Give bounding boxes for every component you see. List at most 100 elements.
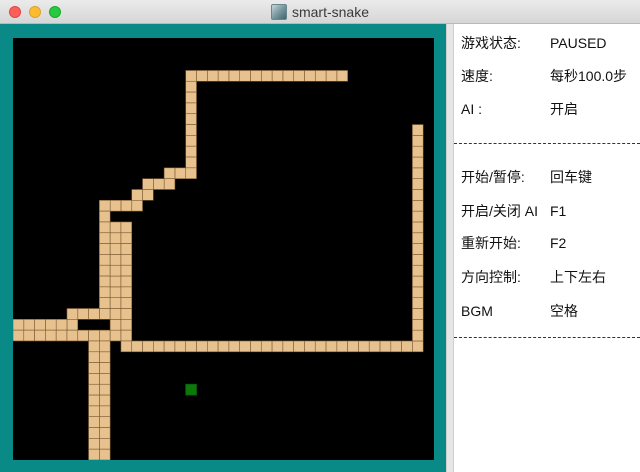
snake-segment — [250, 70, 262, 82]
snake-segment — [45, 329, 57, 342]
snake-segment — [120, 243, 133, 255]
snake-segment — [99, 243, 111, 255]
snake-segment — [34, 329, 46, 342]
snake-segment — [412, 156, 424, 169]
snake-segment — [174, 167, 187, 179]
snake-segment — [55, 329, 68, 342]
snake-segment — [196, 340, 208, 353]
snake-segment — [185, 167, 197, 179]
restart-label: 重新开始: — [461, 235, 521, 251]
snake-segment — [412, 167, 424, 179]
snake-segment — [88, 362, 100, 374]
snake-segment — [88, 373, 100, 385]
snake-segment — [99, 373, 111, 385]
snake-segment — [185, 113, 197, 125]
snake-segment — [260, 340, 273, 353]
snake-segment — [99, 232, 111, 244]
snake-segment — [185, 102, 197, 115]
toggle-ai-label: 开启/关闭 AI — [461, 203, 539, 219]
title-bar[interactable]: smart-snake — [0, 0, 640, 24]
snake-segment — [412, 275, 424, 288]
snake-segment — [142, 189, 154, 201]
game-state-label: 游戏状态: — [461, 35, 521, 51]
snake-segment — [142, 340, 154, 353]
snake-segment — [23, 329, 35, 342]
snake-segment — [412, 340, 424, 353]
panel-divider — [446, 24, 454, 472]
snake-segment — [13, 329, 25, 342]
snake-segment — [99, 351, 111, 363]
snake-segment — [88, 427, 100, 439]
snake-segment — [88, 405, 100, 418]
snake-segment — [336, 340, 348, 353]
snake-segment — [196, 70, 208, 82]
snake-segment — [347, 340, 359, 353]
app-icon — [270, 4, 287, 20]
speed-label: 速度: — [461, 68, 493, 84]
snake-segment — [99, 254, 111, 266]
snake-segment — [120, 340, 133, 353]
snake-segment — [131, 189, 143, 201]
board-canvas — [13, 70, 424, 460]
snake-segment — [185, 70, 197, 82]
app-window: smart-snake 游戏状态: PAUSED 速度: 每秒100.0步 AI… — [0, 0, 640, 472]
snake-segment — [239, 70, 251, 82]
snake-segment — [99, 297, 111, 309]
snake-segment — [88, 438, 100, 450]
snake-segment — [325, 70, 338, 82]
snake-segment — [120, 319, 133, 331]
bgm-key: 空格 — [550, 303, 578, 319]
start-pause-key: 回车键 — [550, 169, 592, 185]
snake-segment — [239, 340, 251, 353]
snake-segment — [120, 232, 133, 244]
snake-segment — [412, 189, 424, 201]
snake-segment — [174, 340, 187, 353]
snake-segment — [88, 340, 100, 353]
snake-segment — [99, 438, 111, 450]
snake-segment — [120, 200, 133, 212]
snake-segment — [228, 70, 240, 82]
game-board[interactable] — [13, 38, 434, 460]
snake-segment — [412, 329, 424, 342]
snake-segment — [34, 319, 46, 331]
snake-segment — [109, 308, 122, 320]
snake-segment — [88, 383, 100, 396]
snake-segment — [293, 70, 305, 82]
snake-segment — [379, 340, 392, 353]
snake-segment — [109, 275, 122, 288]
snake-segment — [99, 427, 111, 439]
snake-segment — [325, 340, 338, 353]
snake-segment — [282, 340, 294, 353]
ai-value: 开启 — [550, 101, 578, 117]
snake-segment — [271, 70, 284, 82]
snake-segment — [207, 340, 219, 353]
snake-segment — [120, 308, 133, 320]
snake-segment — [271, 340, 284, 353]
snake-segment — [412, 124, 424, 136]
snake-segment — [153, 178, 165, 190]
snake-segment — [99, 200, 111, 212]
separator-bottom — [454, 337, 640, 339]
separator-top — [454, 143, 640, 145]
window-title-group: smart-snake — [0, 0, 640, 24]
snake-segment — [120, 264, 133, 277]
snake-segment — [109, 254, 122, 266]
snake-segment — [109, 264, 122, 277]
snake-segment — [314, 70, 327, 82]
bgm-label: BGM — [461, 303, 493, 319]
snake-segment — [217, 70, 230, 82]
snake-segment — [120, 254, 133, 266]
snake-segment — [109, 200, 122, 212]
snake-segment — [412, 254, 424, 266]
snake-segment — [120, 329, 133, 342]
snake-segment — [45, 319, 57, 331]
snake-segment — [88, 394, 100, 407]
snake-segment — [153, 340, 165, 353]
snake-segment — [99, 383, 111, 396]
snake-segment — [412, 319, 424, 331]
snake-segment — [412, 243, 424, 255]
snake-segment — [228, 340, 240, 353]
snake-segment — [131, 200, 143, 212]
snake-segment — [109, 221, 122, 234]
snake-segment — [412, 232, 424, 244]
